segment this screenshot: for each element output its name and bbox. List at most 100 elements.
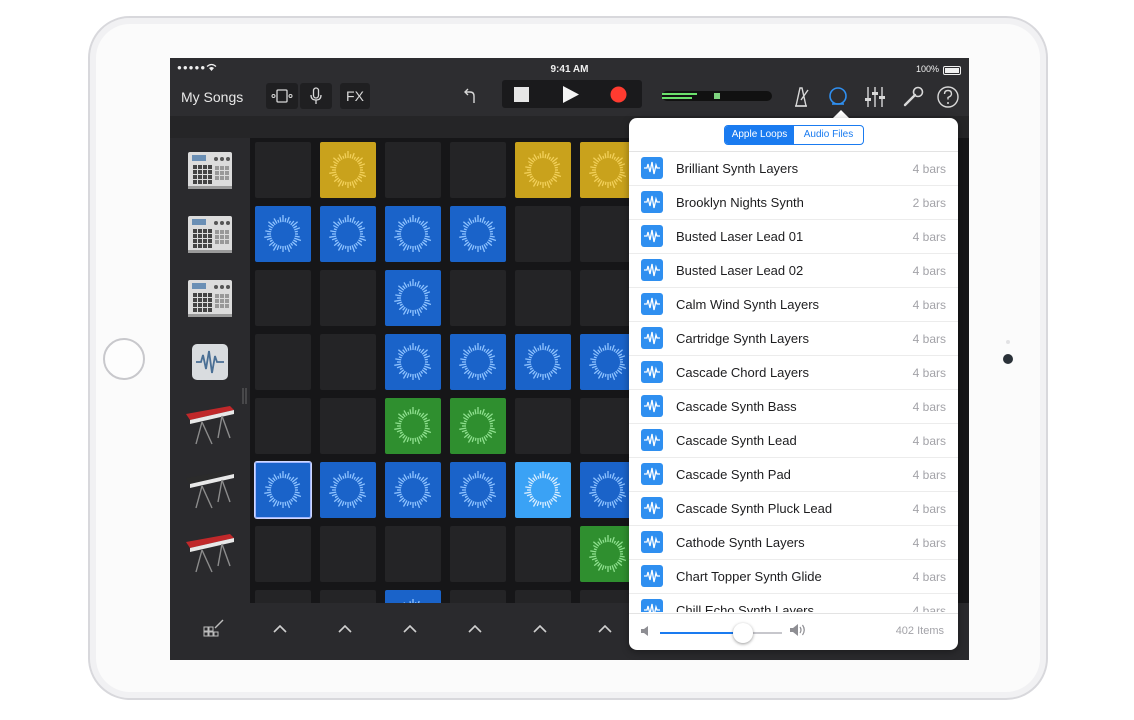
drum-machine-icon[interactable] xyxy=(182,206,238,262)
empty-cell[interactable] xyxy=(515,270,571,326)
audio-recorder-icon[interactable] xyxy=(182,334,238,390)
mixer-icon[interactable] xyxy=(862,84,888,110)
loop-length: 4 bars xyxy=(912,264,946,278)
synth-keyboard-icon[interactable] xyxy=(182,398,238,454)
loop-list-item[interactable]: Calm Wind Synth Layers 4 bars xyxy=(629,288,958,322)
synth-keyboard-icon[interactable] xyxy=(182,462,238,518)
loop-name: Cathode Synth Layers xyxy=(676,535,805,550)
loop-browser-icon[interactable] xyxy=(825,84,851,110)
empty-cell[interactable] xyxy=(450,270,506,326)
loop-list-item[interactable]: Cascade Synth Lead 4 bars xyxy=(629,424,958,458)
empty-cell[interactable] xyxy=(255,142,311,198)
empty-cell[interactable] xyxy=(255,398,311,454)
loop-list-item[interactable]: Cascade Chord Layers 4 bars xyxy=(629,356,958,390)
metronome-icon[interactable] xyxy=(788,84,814,110)
tab-apple-loops[interactable]: Apple Loops xyxy=(725,126,794,144)
loop-cell[interactable] xyxy=(450,462,506,518)
loop-cell[interactable] xyxy=(515,462,571,518)
empty-cell[interactable] xyxy=(450,142,506,198)
loop-list-item[interactable]: Cascade Synth Pad 4 bars xyxy=(629,458,958,492)
loop-waveform-icon xyxy=(394,343,432,381)
tab-audio-files[interactable]: Audio Files xyxy=(794,126,863,144)
empty-cell[interactable] xyxy=(385,142,441,198)
loop-list-item[interactable]: Chill Echo Synth Layers 4 bars xyxy=(629,594,958,612)
empty-cell[interactable] xyxy=(320,270,376,326)
grid-edit-icon[interactable] xyxy=(202,617,226,641)
loop-cell[interactable] xyxy=(255,462,311,518)
play-icon[interactable] xyxy=(562,86,579,103)
loop-list-item[interactable]: Cathode Synth Layers 4 bars xyxy=(629,526,958,560)
loop-length: 4 bars xyxy=(912,400,946,414)
slider-thumb[interactable] xyxy=(732,623,753,643)
loop-list-item[interactable]: Busted Laser Lead 01 4 bars xyxy=(629,220,958,254)
waveform-icon xyxy=(641,361,663,383)
help-icon[interactable] xyxy=(935,84,961,110)
record-icon[interactable] xyxy=(610,86,627,103)
loop-cell[interactable] xyxy=(385,398,441,454)
empty-cell[interactable] xyxy=(450,526,506,582)
empty-cell[interactable] xyxy=(385,526,441,582)
loop-cell[interactable] xyxy=(515,142,571,198)
empty-cell[interactable] xyxy=(255,526,311,582)
column-trigger-button[interactable] xyxy=(381,603,445,660)
loop-cell[interactable] xyxy=(580,462,636,518)
loop-list-item[interactable]: Cascade Synth Bass 4 bars xyxy=(629,390,958,424)
loop-list-item[interactable]: Cartridge Synth Layers 4 bars xyxy=(629,322,958,356)
loop-cell[interactable] xyxy=(450,334,506,390)
loop-cell[interactable] xyxy=(385,334,441,390)
stop-icon[interactable] xyxy=(514,87,529,102)
empty-cell[interactable] xyxy=(255,270,311,326)
fx-button[interactable]: FX xyxy=(340,83,370,109)
track-headers xyxy=(170,138,250,608)
microphone-button[interactable] xyxy=(300,83,332,109)
empty-cell[interactable] xyxy=(320,334,376,390)
source-segmented-control: Apple Loops Audio Files xyxy=(724,125,864,145)
column-trigger-button[interactable] xyxy=(316,603,380,660)
loop-cell[interactable] xyxy=(385,462,441,518)
resize-handle-icon[interactable] xyxy=(242,388,248,404)
loop-list-item[interactable]: Cascade Synth Pluck Lead 4 bars xyxy=(629,492,958,526)
column-trigger-button[interactable] xyxy=(251,603,315,660)
loop-cell[interactable] xyxy=(580,142,636,198)
loop-cell[interactable] xyxy=(320,206,376,262)
loop-cell[interactable] xyxy=(320,462,376,518)
loop-cell[interactable] xyxy=(450,206,506,262)
loop-cell[interactable] xyxy=(515,334,571,390)
loop-list-item[interactable]: Chart Topper Synth Glide 4 bars xyxy=(629,560,958,594)
empty-cell[interactable] xyxy=(580,398,636,454)
column-trigger-button[interactable] xyxy=(511,603,575,660)
loop-cell[interactable] xyxy=(450,398,506,454)
loop-waveform-icon xyxy=(589,343,627,381)
loop-list-item[interactable]: Brooklyn Nights Synth 2 bars xyxy=(629,186,958,220)
empty-cell[interactable] xyxy=(515,206,571,262)
loop-cell[interactable] xyxy=(255,206,311,262)
drum-machine-icon[interactable] xyxy=(182,142,238,198)
loop-name: Cascade Synth Pluck Lead xyxy=(676,501,833,516)
empty-cell[interactable] xyxy=(580,270,636,326)
empty-cell[interactable] xyxy=(320,526,376,582)
empty-cell[interactable] xyxy=(255,334,311,390)
loop-list-item[interactable]: Busted Laser Lead 02 4 bars xyxy=(629,254,958,288)
waveform-icon xyxy=(641,395,663,417)
my-songs-button[interactable]: My Songs xyxy=(181,89,243,105)
loop-cell[interactable] xyxy=(580,334,636,390)
loop-cell[interactable] xyxy=(320,142,376,198)
drum-machine-icon[interactable] xyxy=(182,270,238,326)
loop-list: Brilliant Synth Layers 4 bars Brooklyn Nig… xyxy=(629,151,958,612)
synth-keyboard-icon[interactable] xyxy=(182,526,238,582)
loop-list-item[interactable]: Brilliant Synth Layers 4 bars xyxy=(629,152,958,186)
tracks-view-button[interactable] xyxy=(266,83,298,109)
loop-cell[interactable] xyxy=(385,270,441,326)
loop-cell[interactable] xyxy=(385,206,441,262)
column-trigger-button[interactable] xyxy=(446,603,510,660)
empty-cell[interactable] xyxy=(515,526,571,582)
home-button[interactable] xyxy=(103,338,145,380)
settings-wrench-icon[interactable] xyxy=(900,84,926,110)
loop-waveform-icon xyxy=(589,471,627,509)
empty-cell[interactable] xyxy=(320,398,376,454)
preview-volume-slider[interactable] xyxy=(660,623,782,643)
loop-cell[interactable] xyxy=(580,526,636,582)
empty-cell[interactable] xyxy=(515,398,571,454)
empty-cell[interactable] xyxy=(580,206,636,262)
undo-icon[interactable] xyxy=(461,88,479,106)
